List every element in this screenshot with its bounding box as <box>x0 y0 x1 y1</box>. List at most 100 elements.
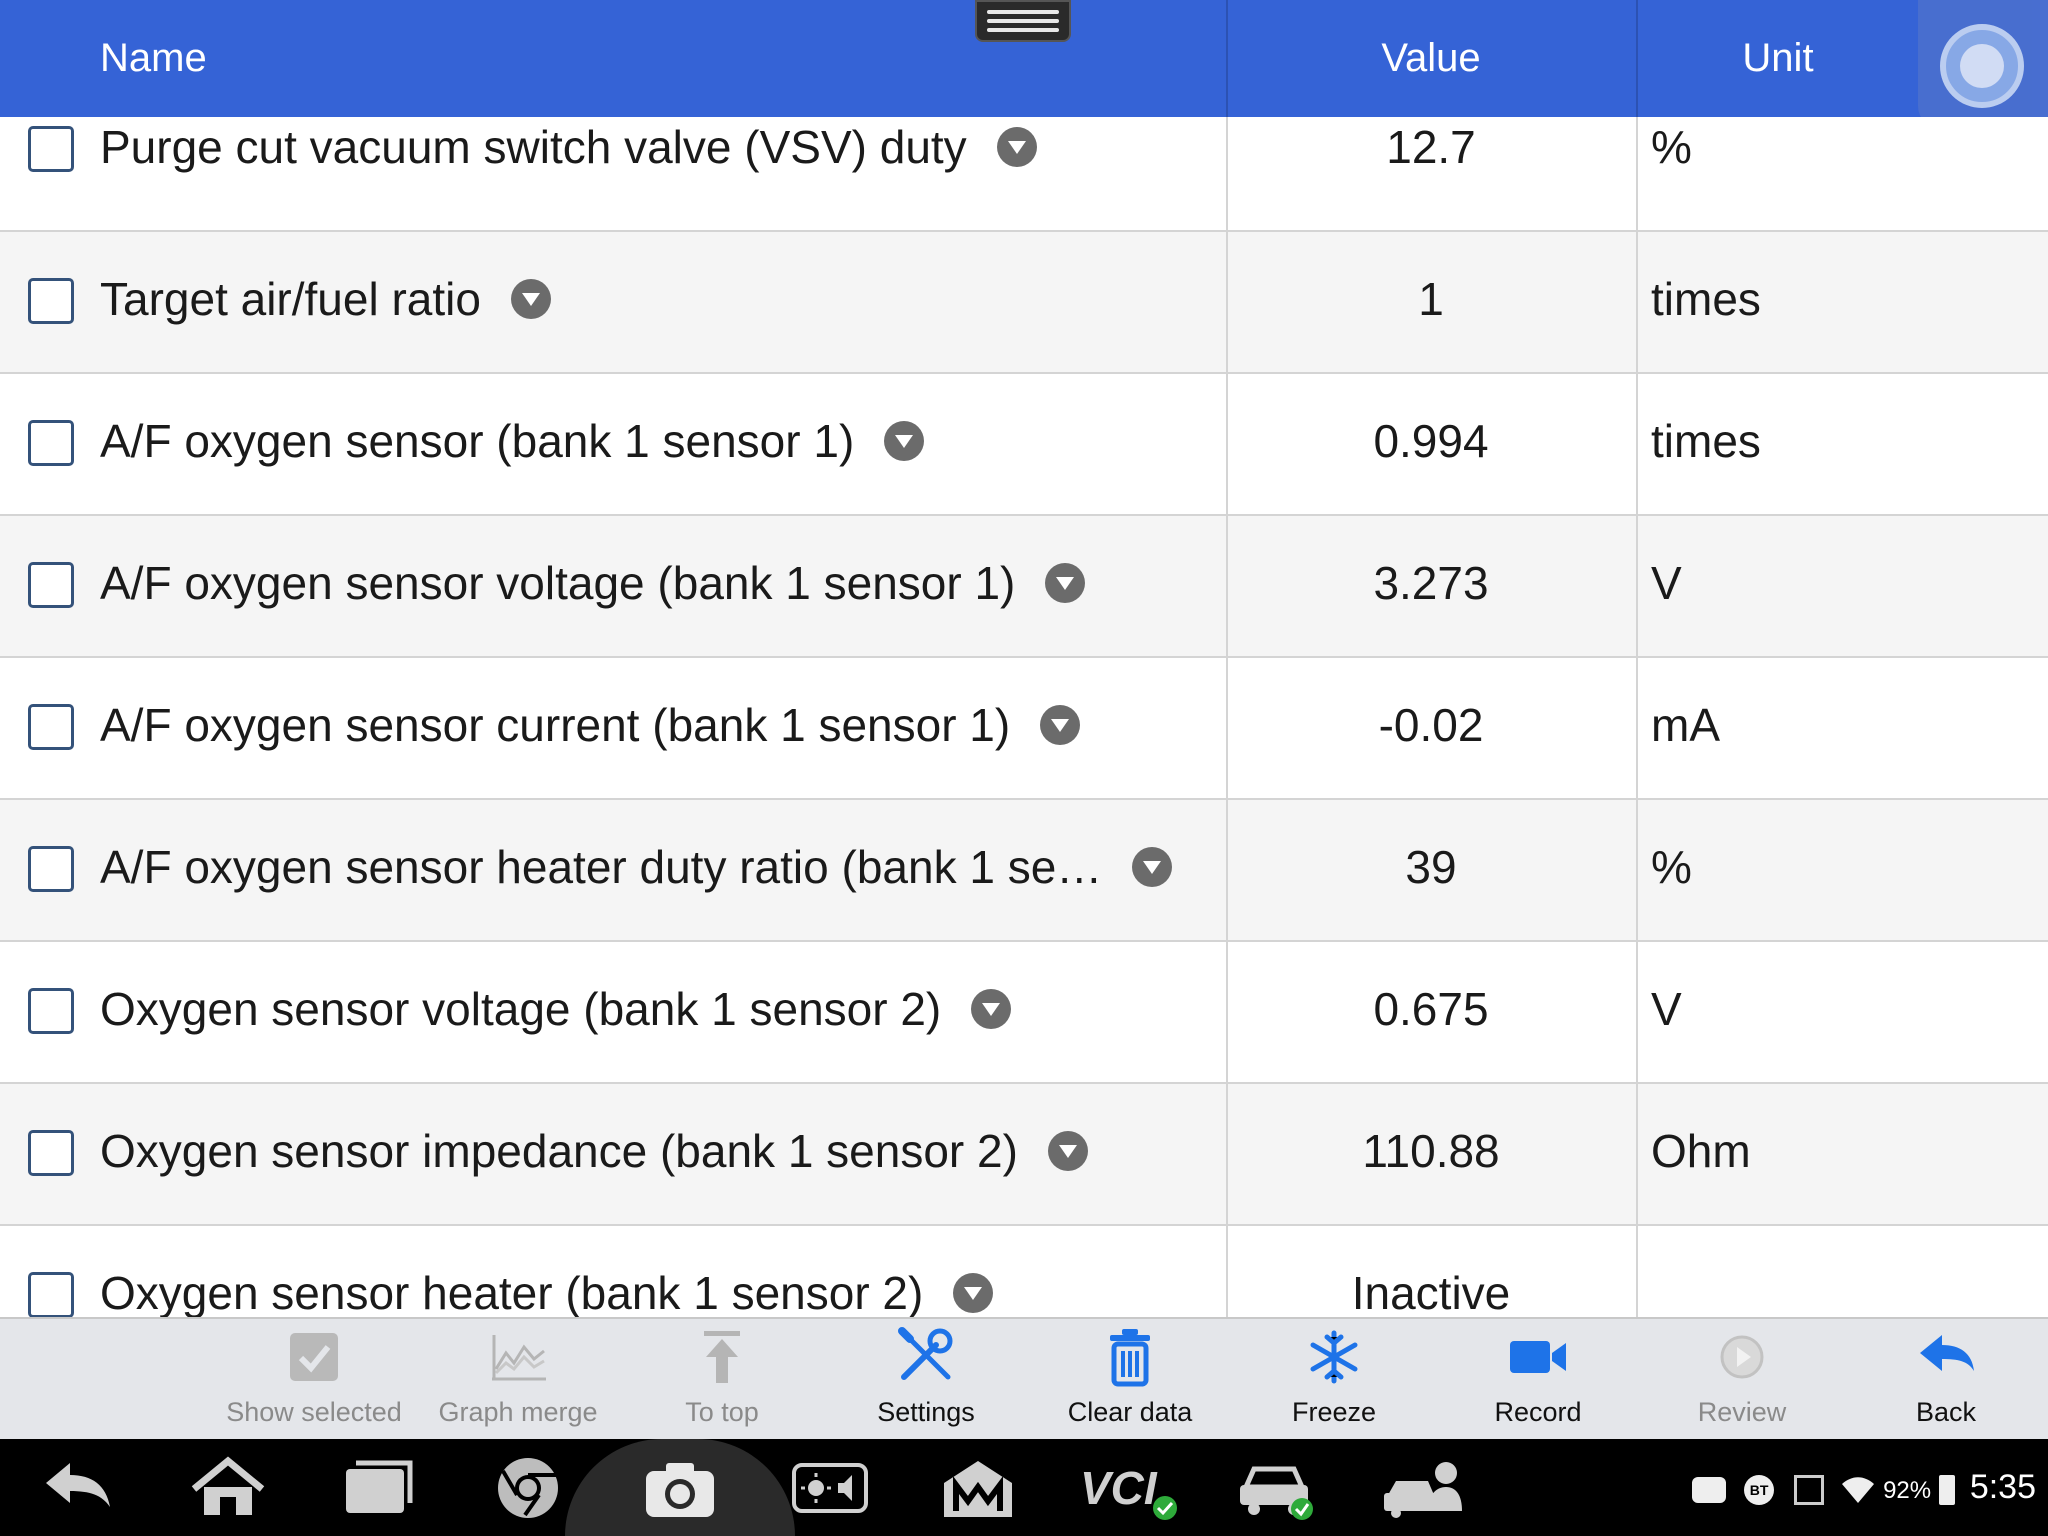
wifi-icon <box>1841 1477 1874 1504</box>
vci-label: VCI <box>1080 1462 1157 1514</box>
row-checkbox[interactable] <box>28 704 74 750</box>
parameter-value: 0.675 <box>1373 983 1489 1035</box>
status-area: BT 92% 5:35 <box>1691 1439 2036 1536</box>
remote-expert-icon[interactable] <box>1382 1453 1462 1523</box>
parameter-value: -0.02 <box>1378 699 1484 751</box>
graph-merge-button[interactable]: Graph merge <box>418 1319 618 1441</box>
trash-icon <box>1110 1329 1150 1387</box>
parameter-name-text: Purge cut vacuum switch valve (VSV) duty <box>100 121 967 173</box>
parameter-name-text: Target air/fuel ratio <box>100 273 481 325</box>
data-stream-table[interactable]: Purge cut vacuum switch valve (VSV) duty… <box>0 117 2048 1317</box>
parameter-unit: times <box>1651 415 1761 467</box>
vehicle-diagnostics-icon[interactable] <box>1236 1453 1316 1523</box>
wrench-screwdriver-icon <box>898 1327 953 1380</box>
dropdown-arrow-icon[interactable] <box>1045 562 1086 603</box>
row-checkbox[interactable] <box>28 1272 74 1317</box>
table-row[interactable]: Target air/fuel ratio 1 times <box>0 232 2048 374</box>
name-column-header: Name <box>100 36 207 80</box>
table-row[interactable]: A/F oxygen sensor current (bank 1 sensor… <box>0 658 2048 800</box>
parameter-value: 3.273 <box>1373 557 1489 609</box>
table-row[interactable]: Oxygen sensor impedance (bank 1 sensor 2… <box>0 1084 2048 1226</box>
settings-button[interactable]: Settings <box>826 1319 1026 1441</box>
parameter-name-text: A/F oxygen sensor current (bank 1 sensor… <box>100 699 1011 751</box>
video-camera-icon <box>1510 1341 1566 1373</box>
show-selected-button[interactable]: Show selected <box>214 1319 414 1441</box>
dropdown-arrow-icon[interactable] <box>1132 846 1173 887</box>
parameter-name: A/F oxygen sensor voltage (bank 1 sensor… <box>100 556 1086 610</box>
graph-merge-label: Graph merge <box>438 1397 598 1427</box>
table-row[interactable]: A/F oxygen sensor voltage (bank 1 sensor… <box>0 516 2048 658</box>
maxifix-icon[interactable] <box>938 1453 1018 1523</box>
parameter-name: A/F oxygen sensor heater duty ratio (ban… <box>100 840 1173 894</box>
table-row[interactable]: Oxygen sensor heater (bank 1 sensor 2) I… <box>0 1226 2048 1317</box>
bluetooth-badge: BT <box>1744 1475 1775 1506</box>
review-label: Review <box>1697 1397 1787 1427</box>
table-row[interactable]: A/F oxygen sensor heater duty ratio (ban… <box>0 800 2048 942</box>
parameter-name-text: A/F oxygen sensor voltage (bank 1 sensor… <box>100 557 1016 609</box>
parameter-name-text: Oxygen sensor impedance (bank 1 sensor 2… <box>100 1125 1018 1177</box>
column-divider <box>1226 117 1228 1317</box>
drag-handle-icon[interactable] <box>975 0 1071 42</box>
row-checkbox[interactable] <box>28 1130 74 1176</box>
parameter-value: 110.88 <box>1362 1125 1500 1177</box>
record-label: Record <box>1494 1397 1582 1427</box>
dropdown-arrow-icon[interactable] <box>971 988 1012 1029</box>
system-navigation-bar: VCI BT 92% 5:35 <box>0 1439 2048 1536</box>
parameter-unit: Ohm <box>1651 1125 1751 1177</box>
row-checkbox[interactable] <box>28 420 74 466</box>
settings-label: Settings <box>877 1397 975 1427</box>
row-checkbox[interactable] <box>28 126 74 172</box>
to-top-button[interactable]: To top <box>622 1319 822 1441</box>
parameter-value: 0.994 <box>1373 415 1489 467</box>
play-circle-icon <box>1720 1335 1764 1379</box>
arrow-up-icon <box>704 1331 740 1383</box>
network-error-icon <box>1794 1475 1825 1506</box>
floating-assist-button[interactable] <box>1918 0 2048 128</box>
dropdown-arrow-icon[interactable] <box>1047 1130 1088 1171</box>
parameter-name: Oxygen sensor voltage (bank 1 sensor 2) <box>100 982 1012 1036</box>
freeze-button[interactable]: Freeze <box>1234 1319 1434 1441</box>
recent-apps-icon[interactable] <box>338 1453 418 1523</box>
show-selected-label: Show selected <box>226 1397 402 1427</box>
row-checkbox[interactable] <box>28 988 74 1034</box>
battery-percent: 92% <box>1883 1477 1932 1504</box>
clear-data-button[interactable]: Clear data <box>1030 1319 1230 1441</box>
parameter-name: A/F oxygen sensor current (bank 1 sensor… <box>100 698 1081 752</box>
row-checkbox[interactable] <box>28 278 74 324</box>
parameter-name-text: A/F oxygen sensor (bank 1 sensor 1) <box>100 415 855 467</box>
chrome-icon[interactable] <box>488 1453 568 1523</box>
system-back-icon[interactable] <box>40 1453 120 1523</box>
back-label: Back <box>1915 1397 1977 1427</box>
clock: 5:35 <box>1969 1468 2036 1506</box>
table-row[interactable]: Purge cut vacuum switch valve (VSV) duty… <box>0 117 2048 232</box>
value-column-header: Value <box>1381 36 1481 80</box>
row-checkbox[interactable] <box>28 562 74 608</box>
battery-icon <box>1939 1475 1956 1506</box>
vci-status-icon[interactable]: VCI <box>1080 1453 1180 1523</box>
dropdown-arrow-icon[interactable] <box>1040 704 1081 745</box>
back-button[interactable]: Back <box>1846 1319 2046 1441</box>
row-checkbox[interactable] <box>28 846 74 892</box>
brightness-volume-icon[interactable] <box>790 1453 870 1523</box>
dropdown-arrow-icon[interactable] <box>884 420 925 461</box>
dropdown-arrow-icon[interactable] <box>996 126 1037 167</box>
parameter-unit: V <box>1651 557 1682 609</box>
connected-check-icon <box>1153 1496 1177 1520</box>
home-icon[interactable] <box>188 1453 268 1523</box>
parameter-value: Inactive <box>1351 1267 1511 1317</box>
table-row[interactable]: A/F oxygen sensor (bank 1 sensor 1) 0.99… <box>0 374 2048 516</box>
table-row[interactable]: Oxygen sensor voltage (bank 1 sensor 2) … <box>0 942 2048 1084</box>
parameter-value: 12.7 <box>1386 121 1476 173</box>
dropdown-arrow-icon[interactable] <box>953 1272 994 1313</box>
review-button[interactable]: Review <box>1642 1319 1842 1441</box>
parameter-name: Target air/fuel ratio <box>100 272 551 326</box>
record-button[interactable]: Record <box>1438 1319 1638 1441</box>
graph-icon <box>492 1335 546 1381</box>
snowflake-icon <box>1310 1330 1358 1384</box>
bottom-toolbar: Show selected Graph merge To top Setting… <box>0 1317 2048 1439</box>
clear-data-label: Clear data <box>1067 1397 1193 1427</box>
to-top-label: To top <box>685 1397 759 1427</box>
dropdown-arrow-icon[interactable] <box>510 278 551 319</box>
camera-icon[interactable] <box>640 1453 720 1523</box>
parameter-unit: times <box>1651 273 1761 325</box>
